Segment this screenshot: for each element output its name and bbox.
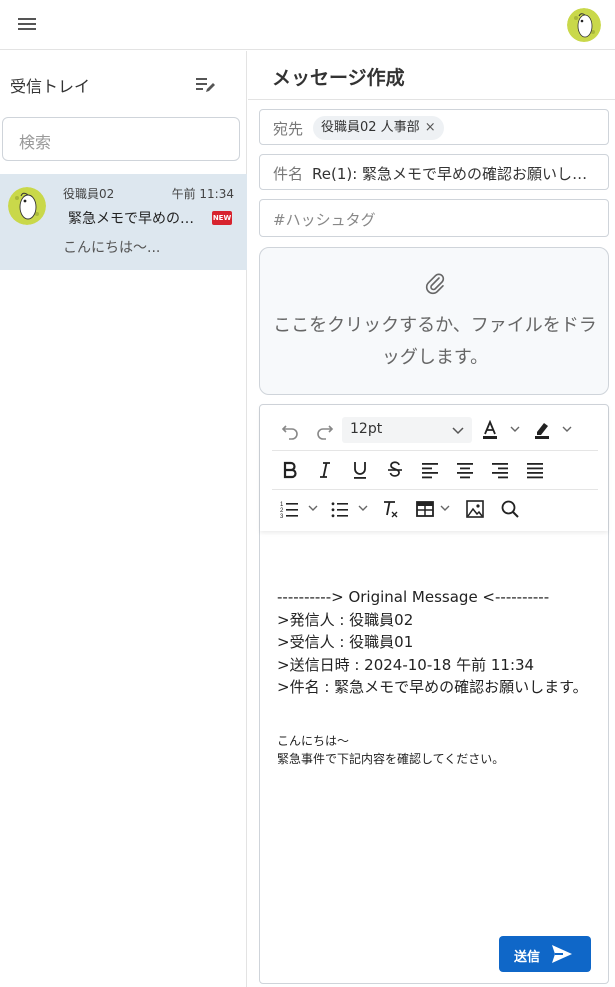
chevron-down-icon — [452, 427, 464, 435]
redo-icon[interactable] — [312, 417, 338, 443]
body-line: >発信人 : 役職員02 — [277, 610, 414, 629]
body-line: こんにちは～ — [277, 734, 350, 748]
file-dropzone[interactable]: ここをクリックするか、ファイルをドラッグします。 — [259, 247, 609, 395]
table-icon[interactable] — [412, 496, 438, 522]
inbox-title: 受信トレイ — [10, 77, 91, 96]
svg-text:3: 3 — [280, 514, 284, 519]
sender-avatar — [8, 187, 46, 225]
toolbar-row — [272, 450, 598, 488]
send-icon — [552, 945, 572, 963]
chevron-down-icon[interactable] — [510, 424, 520, 434]
numbered-list-icon[interactable]: 123 — [277, 496, 303, 522]
dropzone-text: ここをクリックするか、ファイルをドラッグします。 — [273, 315, 597, 368]
message-time: 午前 11:34 — [171, 187, 234, 201]
search-icon[interactable] — [497, 496, 523, 522]
highlight-color-icon[interactable] — [529, 417, 555, 443]
send-label: 送信 — [514, 950, 541, 965]
inbox-panel: 受信トレイ 検索 役職員02 午前 11:34 緊急メモで早めの確認お願いします… — [0, 51, 247, 987]
menu-icon[interactable] — [16, 15, 38, 35]
recipient-chip: 役職員02 人事部 × — [313, 116, 444, 140]
underline-icon[interactable] — [347, 457, 373, 483]
body-line: >件名 : 緊急メモで早めの確認お願いします。 — [277, 678, 588, 696]
body-line: >受信人 : 役職員01 — [277, 633, 414, 651]
send-button[interactable]: 送信 — [499, 936, 591, 972]
chevron-down-icon[interactable] — [308, 503, 318, 513]
body-line: 緊急事件で下記内容を確認してください。 — [277, 752, 505, 766]
clear-format-icon[interactable] — [377, 496, 403, 522]
page-title: メッセージ作成 — [272, 67, 405, 89]
rich-text-editor[interactable]: 12pt 1 2 3 ----------> Original Message … — [259, 404, 609, 984]
search-input[interactable]: 検索 — [2, 117, 240, 161]
compose-panel: メッセージ作成 宛先 役職員02 人事部 × 件名 Re(1): 緊急メモで早めの… — [248, 51, 615, 987]
message-subject: 緊急メモで早めの確認お願いします。 — [68, 211, 196, 227]
subject-field[interactable]: 件名 Re(1): 緊急メモで早めの確認お願いします。 — [259, 154, 609, 190]
message-body[interactable]: こんにちは～ 緊急事件で下記内容を確認してください。 — [277, 732, 597, 768]
hashtag-placeholder: #ハッシュタグ — [273, 211, 376, 229]
italic-icon[interactable] — [312, 457, 338, 483]
subject-label: 件名 — [273, 165, 304, 183]
top-bar — [0, 0, 615, 50]
divider — [248, 99, 615, 100]
text-color-icon[interactable] — [477, 417, 503, 443]
image-icon[interactable] — [462, 496, 488, 522]
message-sender: 役職員02 — [63, 187, 115, 201]
subject-value: Re(1): 緊急メモで早めの確認お願いします。 — [312, 165, 602, 183]
recipient-name: 役職員02 人事部 — [321, 120, 420, 135]
to-label: 宛先 — [273, 120, 304, 138]
chevron-down-icon[interactable] — [440, 503, 450, 513]
editor-toolbar: 12pt 1 2 3 — [260, 405, 608, 531]
bullet-list-icon[interactable] — [327, 496, 353, 522]
hashtag-field[interactable]: #ハッシュタグ — [259, 199, 609, 237]
toolbar-row: 12pt — [272, 411, 598, 449]
align-justify-icon[interactable] — [522, 457, 548, 483]
chevron-down-icon[interactable] — [358, 503, 368, 513]
body-line: >送信日時 : 2024-10-18 午前 11:34 — [277, 655, 535, 674]
align-right-icon[interactable] — [487, 457, 513, 483]
strikethrough-icon[interactable] — [382, 457, 408, 483]
message-preview: こんにちは～... — [63, 240, 161, 256]
align-center-icon[interactable] — [452, 457, 478, 483]
paperclip-icon — [423, 272, 447, 296]
message-list-item[interactable]: 役職員02 午前 11:34 緊急メモで早めの確認お願いします。 NEW こんに… — [0, 174, 247, 270]
body-line: ----------> Original Message <---------- — [277, 588, 550, 606]
new-badge: NEW — [212, 211, 232, 225]
chevron-down-icon[interactable] — [562, 424, 572, 434]
recipient-field[interactable]: 宛先 役職員02 人事部 × — [259, 109, 609, 145]
compose-icon[interactable] — [195, 75, 217, 95]
toolbar-row: 123 — [272, 489, 598, 527]
bold-icon[interactable] — [277, 457, 303, 483]
remove-recipient-icon[interactable]: × — [425, 120, 436, 135]
quoted-message[interactable]: ----------> Original Message <----------… — [277, 586, 597, 699]
font-size-value: 12pt — [350, 421, 383, 437]
user-avatar[interactable] — [567, 8, 601, 42]
align-left-icon[interactable] — [417, 457, 443, 483]
font-size-select[interactable]: 12pt — [342, 417, 472, 443]
undo-icon[interactable] — [277, 417, 303, 443]
